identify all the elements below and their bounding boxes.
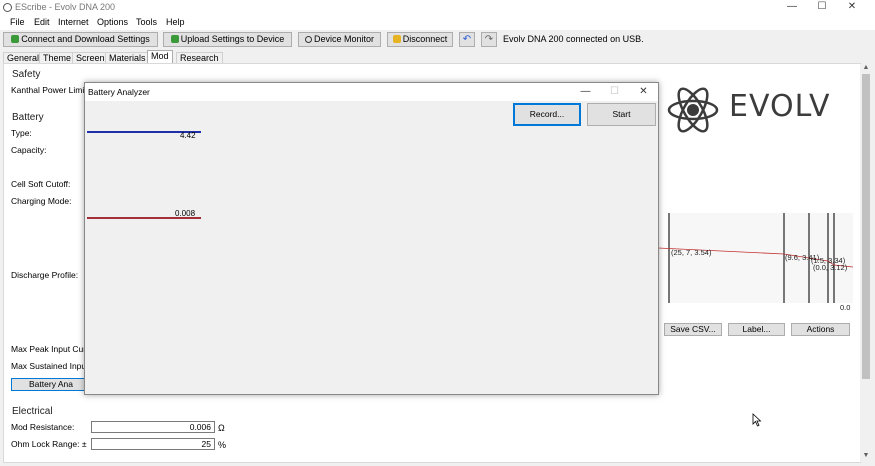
battery-analyzer-button[interactable]: Battery Ana xyxy=(11,378,91,391)
ohm-lock-range-unit: % xyxy=(218,440,227,450)
dialog-title-bar: Battery Analyzer — ☐ ✕ xyxy=(85,83,658,101)
scroll-down-icon[interactable]: ▼ xyxy=(860,452,872,459)
menu-options[interactable]: Options xyxy=(97,17,128,27)
disconnect-button[interactable]: Disconnect xyxy=(387,32,453,47)
undo-button[interactable]: ↶ xyxy=(459,32,475,47)
voltage-meter-value: 4.42 xyxy=(180,131,196,140)
mod-resistance-input[interactable]: 0.006 xyxy=(91,421,215,433)
menu-help[interactable]: Help xyxy=(166,17,185,27)
mouse-cursor-icon xyxy=(752,413,762,427)
discharge-profile-label: Discharge Profile: xyxy=(11,270,79,280)
window-controls: — ☐ ✕ xyxy=(777,0,867,15)
menu-bar: File Edit Internet Options Tools Help xyxy=(0,15,875,30)
dialog-title: Battery Analyzer xyxy=(88,87,150,97)
ohm-lock-range-label: Ohm Lock Range: ± xyxy=(11,439,87,449)
minimize-button[interactable]: — xyxy=(777,0,807,15)
connect-download-button[interactable]: Connect and Download Settings xyxy=(3,32,158,47)
title-bar: EScribe - Evolv DNA 200 — ☐ ✕ xyxy=(0,0,875,15)
max-sustained-input-label: Max Sustained Input xyxy=(11,361,89,371)
chart-axis-zero: 0.0 xyxy=(840,303,851,312)
undo-icon: ↶ xyxy=(462,34,472,45)
discharge-point-label: (25, 7, 3.54) xyxy=(671,248,712,257)
menu-file[interactable]: File xyxy=(10,17,25,27)
max-peak-input-label: Max Peak Input Curr xyxy=(11,344,89,354)
dialog-window-controls: — ☐ ✕ xyxy=(571,83,658,101)
discharge-point-label: (0.0, 3.12) xyxy=(813,263,848,272)
start-button[interactable]: Start xyxy=(587,103,656,126)
save-csv-button[interactable]: Save CSV... xyxy=(664,323,722,336)
dialog-close-button[interactable]: ✕ xyxy=(629,83,658,101)
maximize-button[interactable]: ☐ xyxy=(807,0,837,15)
electrical-header: Electrical xyxy=(12,406,53,417)
menu-internet[interactable]: Internet xyxy=(58,17,89,27)
evolv-logo-text: EVOLV xyxy=(729,89,831,124)
close-button[interactable]: ✕ xyxy=(837,0,867,15)
battery-analyzer-dialog: Battery Analyzer — ☐ ✕ Record... Start 4… xyxy=(84,82,659,395)
app-icon xyxy=(3,3,12,12)
charging-mode-label: Charging Mode: xyxy=(11,196,72,206)
mod-resistance-label: Mod Resistance: xyxy=(11,422,75,432)
ohm-lock-range-input[interactable]: 25 xyxy=(91,438,215,450)
connection-status: Evolv DNA 200 connected on USB. xyxy=(503,34,644,44)
scroll-up-icon[interactable]: ▲ xyxy=(860,64,872,71)
menu-edit[interactable]: Edit xyxy=(34,17,50,27)
battery-capacity-label: Capacity: xyxy=(11,145,47,155)
upload-settings-button[interactable]: Upload Settings to Device xyxy=(163,32,292,47)
mod-resistance-unit: Ω xyxy=(218,423,225,433)
kanthal-power-limit-label: Kanthal Power Limit xyxy=(11,85,87,95)
redo-icon: ↷ xyxy=(484,34,494,45)
battery-header: Battery xyxy=(12,112,44,123)
actions-button[interactable]: Actions xyxy=(791,323,850,336)
dialog-minimize-button[interactable]: — xyxy=(571,83,600,101)
device-monitor-button[interactable]: Device Monitor xyxy=(298,32,381,47)
label-button[interactable]: Label... xyxy=(728,323,785,336)
cell-soft-cutoff-label: Cell Soft Cutoff: xyxy=(11,179,71,189)
connect-icon xyxy=(11,35,20,43)
redo-button[interactable]: ↷ xyxy=(481,32,497,47)
disconnect-icon xyxy=(392,35,401,43)
record-button[interactable]: Record... xyxy=(513,103,581,126)
current-meter-value: 0.008 xyxy=(175,209,196,218)
safety-header: Safety xyxy=(12,69,41,80)
tab-mod[interactable]: Mod xyxy=(147,50,173,64)
window-title: EScribe - Evolv DNA 200 xyxy=(15,2,116,12)
scrollbar-thumb[interactable] xyxy=(862,74,870,379)
dialog-maximize-button: ☐ xyxy=(610,86,619,97)
vertical-scrollbar[interactable]: ▲ ▼ xyxy=(860,64,872,462)
menu-tools[interactable]: Tools xyxy=(136,17,157,27)
magnifier-icon xyxy=(304,36,312,43)
toolbar: Connect and Download Settings Upload Set… xyxy=(0,31,875,49)
upload-icon xyxy=(170,35,179,43)
battery-type-label: Type: xyxy=(11,128,32,138)
